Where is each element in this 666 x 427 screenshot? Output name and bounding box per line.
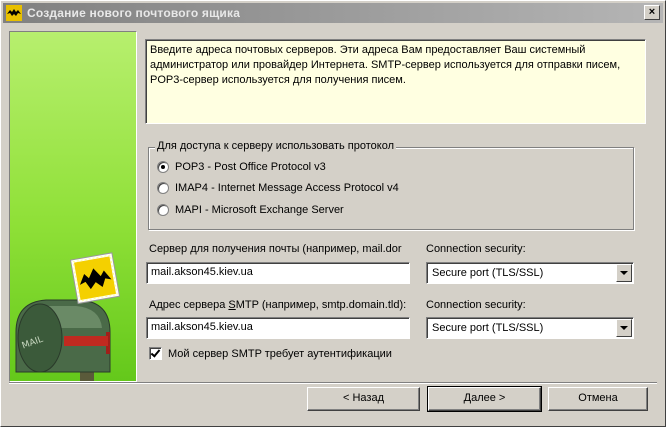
incoming-security-select[interactable]: Secure port (TLS/SSL): [426, 262, 634, 284]
bat-app-icon: [6, 5, 22, 21]
radio-mapi-label: MAPI - Microsoft Exchange Server: [175, 204, 344, 216]
incoming-security-label: Connection security:: [426, 243, 526, 255]
window-title: Создание нового почтового ящика: [27, 6, 241, 20]
smtp-auth-checkbox[interactable]: [149, 347, 162, 360]
chevron-down-icon[interactable]: [616, 319, 632, 337]
radio-button-selected-icon[interactable]: [157, 161, 169, 173]
incoming-server-value: mail.akson45.kiev.ua: [151, 266, 253, 278]
radio-pop3[interactable]: POP3 - Post Office Protocol v3: [157, 159, 326, 175]
outgoing-server-input[interactable]: mail.akson45.kiev.ua: [146, 317, 410, 339]
protocol-group: Для доступа к серверу использовать прото…: [148, 140, 634, 230]
outgoing-security-value: Secure port (TLS/SSL): [432, 322, 544, 334]
next-button[interactable]: Далее >: [427, 386, 542, 412]
info-text-box: Введите адреса почтовых серверов. Эти ад…: [145, 39, 646, 124]
info-text: Введите адреса почтовых серверов. Эти ад…: [150, 44, 621, 86]
wizard-side-panel: MAIL: [9, 31, 137, 382]
outgoing-server-label: Адрес сервера SMTP (например, smtp.domai…: [149, 299, 407, 311]
outgoing-security-label: Connection security:: [426, 299, 526, 311]
radio-imap4-label: IMAP4 - Internet Message Access Protocol…: [175, 182, 399, 194]
incoming-server-label: Сервер для получения почты (например, ma…: [149, 243, 402, 255]
radio-imap4[interactable]: IMAP4 - Internet Message Access Protocol…: [157, 180, 399, 196]
close-icon: ×: [648, 6, 656, 18]
mailbox-illustration: MAIL: [15, 252, 121, 381]
radio-mapi[interactable]: MAPI - Microsoft Exchange Server: [157, 202, 344, 218]
smtp-auth-checkbox-row[interactable]: Мой сервер SMTP требует аутентификации: [149, 347, 392, 360]
radio-pop3-label: POP3 - Post Office Protocol v3: [175, 161, 326, 173]
button-separator: [9, 382, 657, 384]
close-button[interactable]: ×: [644, 5, 660, 20]
chevron-down-icon[interactable]: [616, 264, 632, 282]
smtp-auth-label: Мой сервер SMTP требует аутентификации: [168, 347, 392, 360]
outgoing-security-select[interactable]: Secure port (TLS/SSL): [426, 317, 634, 339]
outgoing-server-value: mail.akson45.kiev.ua: [151, 321, 253, 333]
back-button[interactable]: < Назад: [307, 387, 420, 411]
cancel-button[interactable]: Отмена: [548, 387, 648, 411]
incoming-server-input[interactable]: mail.akson45.kiev.ua: [146, 262, 410, 284]
radio-button-icon[interactable]: [157, 204, 169, 216]
radio-button-icon[interactable]: [157, 182, 169, 194]
title-bar[interactable]: Создание нового почтового ящика ×: [3, 3, 663, 23]
incoming-security-value: Secure port (TLS/SSL): [432, 267, 544, 279]
protocol-group-legend: Для доступа к серверу использовать прото…: [155, 140, 396, 152]
wizard-window: Создание нового почтового ящика × MAIL В…: [0, 0, 666, 427]
